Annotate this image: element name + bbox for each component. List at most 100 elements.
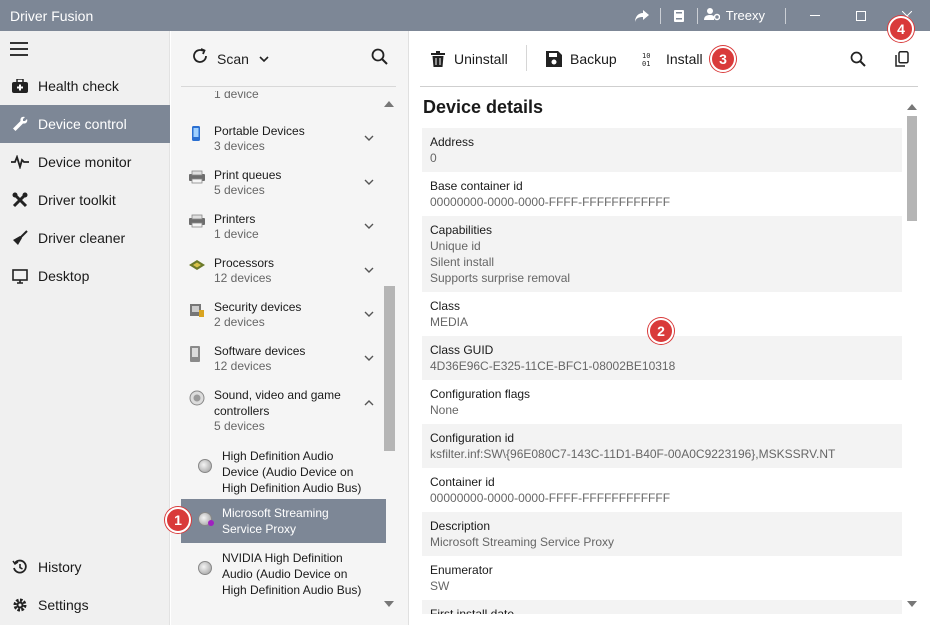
sidebar: Health check Device control Device monit… <box>0 31 170 625</box>
group-name: Software devices <box>214 344 306 358</box>
maximize-button[interactable] <box>838 0 884 31</box>
hamburger-menu-icon[interactable] <box>10 42 28 56</box>
device-group[interactable]: Sound, video and game controllers 5 devi… <box>181 385 386 445</box>
minimize-button[interactable] <box>792 0 838 31</box>
titlebar-separator <box>785 7 786 24</box>
device-group[interactable]: Printers 1 device <box>181 209 386 253</box>
medkit-icon <box>10 76 30 96</box>
share-arrow-icon[interactable] <box>630 4 654 28</box>
printer-icon <box>189 214 205 230</box>
toolbar: Uninstall Backup 10 01 Install <box>410 31 930 86</box>
group-name: Sound, video and game controllers <box>214 388 341 418</box>
sidebar-item-desktop[interactable]: Desktop <box>0 257 170 295</box>
property-row: Container id 00000000-0000-0000-FFFF-FFF… <box>422 468 902 512</box>
sidebar-item-label: History <box>38 559 82 575</box>
property-name: Enumerator <box>430 563 493 577</box>
sidebar-item-label: Desktop <box>38 268 90 284</box>
scroll-up-arrow[interactable] <box>384 101 394 107</box>
chevron-down-icon[interactable] <box>364 265 374 277</box>
group-count: 1 device <box>214 91 259 101</box>
refresh-icon[interactable] <box>191 47 209 70</box>
device-group[interactable]: Security devices 2 devices <box>181 297 386 341</box>
uninstall-button[interactable]: Uninstall <box>430 48 508 70</box>
sidebar-item-settings[interactable]: Settings <box>0 586 170 624</box>
property-value: ksfilter.inf:SW\{96E080C7-143C-11D1-B40F… <box>430 447 836 461</box>
property-name: Configuration id <box>430 431 515 445</box>
sidebar-item-driver-cleaner[interactable]: Driver cleaner <box>0 219 170 257</box>
scroll-up-arrow[interactable] <box>907 104 917 110</box>
install-button[interactable]: 10 01 Install <box>642 48 703 70</box>
device-name: NVIDIA High Definition Audio (Audio Devi… <box>222 551 362 597</box>
search-button[interactable] <box>850 48 866 70</box>
search-icon[interactable] <box>371 48 391 68</box>
divider <box>181 86 396 87</box>
property-name: Container id <box>430 475 495 489</box>
chevron-down-icon[interactable] <box>259 51 269 66</box>
device-group[interactable]: Software devices 12 devices <box>181 341 386 385</box>
scrollbar-thumb[interactable] <box>907 116 917 221</box>
group-count: 12 devices <box>214 271 272 285</box>
chevron-down-icon[interactable] <box>364 353 374 365</box>
property-value: SW <box>430 579 450 593</box>
security-device-icon <box>189 302 205 318</box>
property-name: Class GUID <box>430 343 494 357</box>
trash-icon <box>430 51 446 67</box>
sidebar-item-device-control[interactable]: Device control <box>0 105 170 143</box>
property-value: 0 <box>430 151 437 165</box>
group-count: 12 devices <box>214 359 272 373</box>
property-row: Capabilities Unique id Silent install Su… <box>422 216 902 292</box>
device-name: Microsoft Streaming Service Proxy <box>222 506 329 536</box>
device-group[interactable]: Processors 12 devices <box>181 253 386 297</box>
chevron-down-icon[interactable] <box>364 177 374 189</box>
scan-button[interactable]: Scan <box>217 51 249 67</box>
scrollbar-thumb[interactable] <box>384 286 395 451</box>
group-count: 5 devices <box>214 419 265 433</box>
group-name: Print queues <box>214 168 282 182</box>
chevron-down-icon[interactable] <box>364 309 374 321</box>
list-item[interactable]: 1 device <box>181 91 386 103</box>
backup-button[interactable]: Backup <box>546 48 617 70</box>
sidebar-item-device-monitor[interactable]: Device monitor <box>0 143 170 181</box>
device-group[interactable]: Print queues 5 devices <box>181 165 386 209</box>
callout-badge: 1 <box>165 507 191 533</box>
group-name: Security devices <box>214 300 302 314</box>
user-account[interactable]: Treexy <box>703 7 765 24</box>
device-group[interactable]: Portable Devices 3 devices <box>181 121 386 165</box>
chevron-up-icon[interactable] <box>364 397 374 409</box>
device-list-panel: Scan 1 device Portable Devices 3 devices <box>171 31 409 625</box>
tools-icon <box>10 190 30 210</box>
sidebar-item-history[interactable]: History <box>0 548 170 586</box>
group-count: 1 device <box>214 227 259 241</box>
property-value: Microsoft Streaming Service Proxy <box>430 535 615 549</box>
property-value: None <box>430 403 459 417</box>
titlebar-separator <box>696 7 698 24</box>
scan-bar: Scan <box>171 31 409 86</box>
device-item-selected[interactable]: Microsoft Streaming Service Proxy <box>181 499 386 543</box>
search-icon <box>850 51 866 67</box>
speaker-icon <box>198 459 212 473</box>
user-name: Treexy <box>725 8 765 23</box>
titlebar-separator <box>659 7 661 24</box>
device-item[interactable]: NVIDIA High Definition Audio (Audio Devi… <box>181 547 386 599</box>
property-row: Address 0 <box>422 128 902 172</box>
property-row: Enumerator SW <box>422 556 902 600</box>
chevron-down-icon[interactable] <box>364 221 374 233</box>
chevron-down-icon[interactable] <box>364 133 374 145</box>
property-row: Description Microsoft Streaming Service … <box>422 512 902 556</box>
scroll-down-arrow[interactable] <box>384 601 394 607</box>
copy-button[interactable] <box>894 48 910 70</box>
property-value: 4D36E96C-E325-11CE-BFC1-08002BE10318 <box>430 359 676 373</box>
app-title: Driver Fusion <box>10 7 94 24</box>
sidebar-item-label: Device control <box>38 116 127 132</box>
property-value: Silent install <box>430 255 495 269</box>
sidebar-item-health-check[interactable]: Health check <box>0 67 170 105</box>
sidebar-item-driver-toolkit[interactable]: Driver toolkit <box>0 181 170 219</box>
group-count: 2 devices <box>214 315 265 329</box>
scroll-down-arrow[interactable] <box>907 601 917 607</box>
printer-icon <box>189 170 205 186</box>
property-name: Base container id <box>430 179 523 193</box>
device-name: High Definition Audio Device (Audio Devi… <box>222 449 362 495</box>
property-value: 00000000-0000-0000-FFFF-FFFFFFFFFFFF <box>430 491 671 505</box>
book-icon[interactable] <box>667 4 691 28</box>
device-item[interactable]: High Definition Audio Device (Audio Devi… <box>181 445 386 497</box>
